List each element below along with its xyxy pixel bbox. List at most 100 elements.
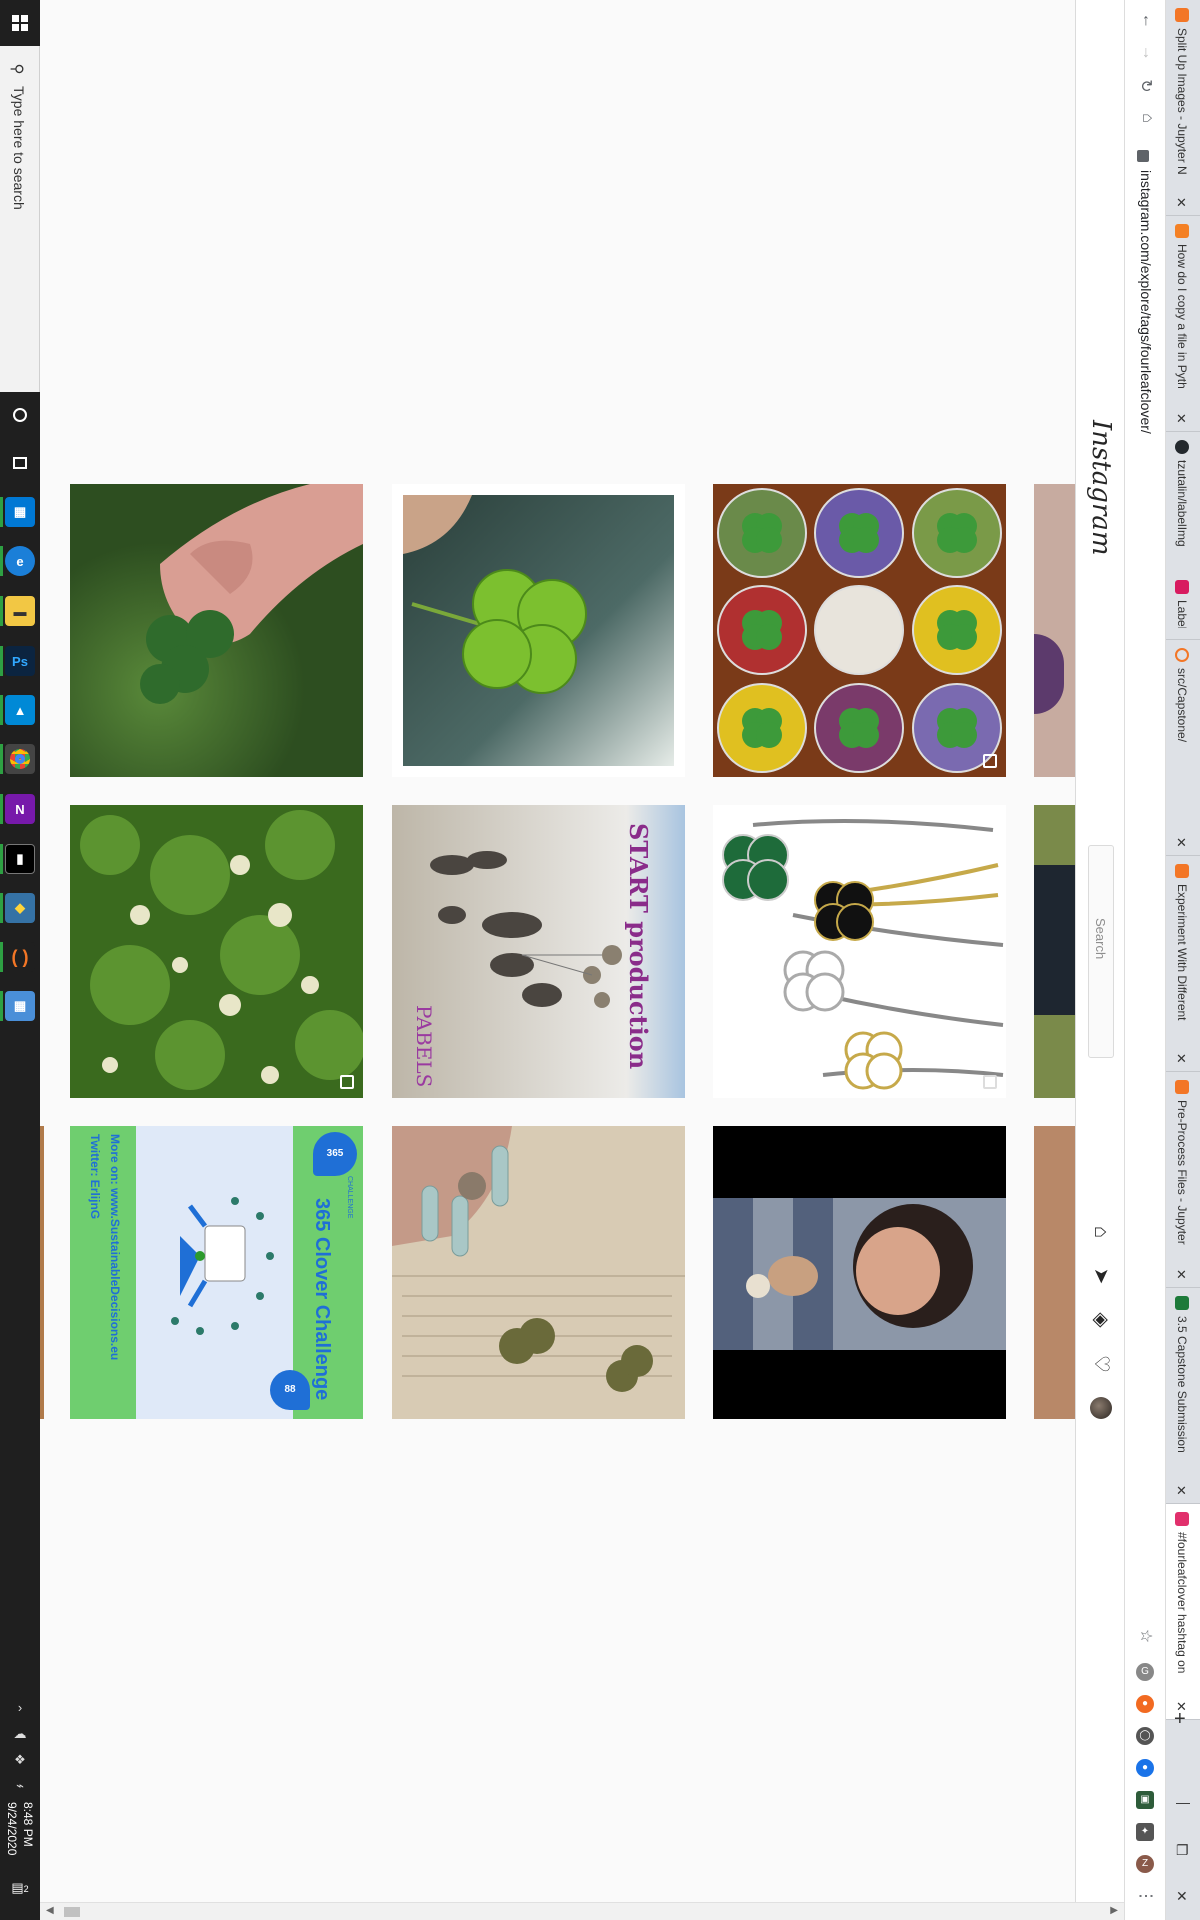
edge-icon[interactable]: e <box>5 546 35 576</box>
profile-avatar[interactable] <box>1090 1397 1112 1419</box>
calculator-icon[interactable]: ▦ <box>5 991 35 1021</box>
cortana-icon[interactable] <box>5 400 35 430</box>
lock-icon[interactable] <box>1137 150 1149 162</box>
restore-button[interactable]: ❐ <box>1176 1842 1189 1859</box>
tab-close-icon[interactable]: ✕ <box>1176 1483 1187 1499</box>
python-icon[interactable]: ◆ <box>5 893 35 923</box>
instagram-logo[interactable]: Instagram <box>1086 420 1116 570</box>
direct-icon[interactable]: ➤ <box>1089 1264 1113 1288</box>
tab-src-capstone[interactable]: src/Capstone/ ✕ <box>1166 640 1200 856</box>
running-indicator <box>0 695 3 725</box>
tab-close-icon[interactable]: ✕ <box>1176 411 1187 427</box>
challenge-day-badge: 88 <box>270 1370 310 1410</box>
running-indicator <box>0 844 3 874</box>
reload-icon[interactable]: ↻ <box>1136 76 1156 96</box>
post-woman-portrait[interactable] <box>713 1126 1006 1419</box>
jupyter-favicon-icon <box>1175 8 1189 22</box>
running-indicator <box>0 991 3 1021</box>
tab-labelimg[interactable]: tzutalin/labelImg Label <box>1166 432 1200 640</box>
post-partial-row1[interactable] <box>1034 484 1075 777</box>
search-icon: ⚲ <box>8 63 26 75</box>
tab-close-icon[interactable]: ✕ <box>1176 195 1187 211</box>
post-partial-row3[interactable] <box>1034 1126 1075 1419</box>
post-nails-book-clover[interactable] <box>392 1126 685 1419</box>
running-indicator <box>0 893 3 923</box>
notification-center-icon[interactable]: ▤2 <box>0 1880 40 1896</box>
tab-pre-process[interactable]: Pre-Process Files - Jupyter ✕ <box>1166 1072 1200 1288</box>
tab-label: How do I copy a file in Pyth <box>1175 244 1189 389</box>
clock-date: 9/24/2020 <box>5 1802 19 1856</box>
bookmark-star-icon[interactable]: ☆ <box>1136 1626 1156 1646</box>
tab-experiment[interactable]: Experiment With Different ✕ <box>1166 856 1200 1072</box>
tab-label: Split Up Images - Jupyter N <box>1175 28 1189 175</box>
dropbox-icon[interactable]: ❖ <box>0 1752 40 1768</box>
forward-icon[interactable]: ↓ <box>1136 44 1156 64</box>
scrollbar-thumb[interactable] <box>64 1907 80 1917</box>
extension-orange-icon[interactable]: ● <box>1136 1695 1154 1713</box>
tab-copy-file-python[interactable]: How do I copy a file in Pyth ✕ <box>1166 216 1200 432</box>
jupyter-favicon-icon <box>1175 864 1189 878</box>
tab-label: src/Capstone/ <box>1175 668 1189 743</box>
tab-split-up-images[interactable]: Split Up Images - Jupyter N ✕ <box>1166 0 1200 216</box>
task-view-icon[interactable] <box>5 448 35 478</box>
azure-icon[interactable]: ▲ <box>5 695 35 725</box>
onenote-icon[interactable]: N <box>5 794 35 824</box>
post-resin-clovers[interactable] <box>713 484 1006 777</box>
challenge-website: More on: www.SustainableDecisions.eu <box>108 1134 122 1361</box>
extension-green-icon[interactable]: ▣ <box>1136 1791 1154 1809</box>
post-clover-field[interactable] <box>70 805 363 1098</box>
minimize-button[interactable]: — <box>1176 1794 1190 1810</box>
jupyter-favicon-icon <box>1175 1080 1189 1094</box>
file-explorer-icon[interactable]: ▬ <box>5 596 35 626</box>
profile-icon[interactable]: Z <box>1136 1855 1154 1873</box>
post-partial-row2[interactable] <box>1034 805 1075 1098</box>
tab-close-icon[interactable]: ✕ <box>1176 1051 1187 1067</box>
activity-icon[interactable]: ♡ <box>1089 1352 1113 1376</box>
tab-capstone-submission[interactable]: 3.5 Capstone Submission ✕ <box>1166 1288 1200 1504</box>
challenge-badge-number: 365 <box>326 1148 344 1159</box>
store-icon[interactable]: ▦ <box>5 497 35 527</box>
taskbar-search-box[interactable]: ⚲ Type here to search <box>0 46 40 392</box>
scroll-left-icon[interactable]: ◀ <box>46 1905 54 1916</box>
extension-circle-icon[interactable]: ◯ <box>1136 1727 1154 1745</box>
terminal-icon[interactable]: ▮ <box>5 844 35 874</box>
home-icon[interactable]: ⌂ <box>1089 1220 1113 1244</box>
stackoverflow-favicon-icon <box>1175 224 1189 238</box>
explore-icon[interactable]: ◈ <box>1089 1308 1113 1332</box>
instagram-favicon-icon <box>1175 1512 1189 1526</box>
extensions-puzzle-icon[interactable]: ✦ <box>1136 1823 1154 1841</box>
post-hand-clover[interactable] <box>70 484 363 777</box>
menu-kebab-icon[interactable]: ⋮ <box>1136 1886 1156 1906</box>
chrome-icon[interactable] <box>5 744 35 774</box>
carousel-icon <box>983 1075 997 1089</box>
post-clover-necklaces[interactable] <box>713 805 1006 1098</box>
extension-g-icon[interactable]: G <box>1136 1663 1154 1681</box>
onedrive-icon[interactable]: ☁ <box>0 1726 40 1742</box>
running-indicator <box>0 794 3 824</box>
close-window-button[interactable]: ✕ <box>1176 1888 1188 1905</box>
tab-close-icon[interactable]: ✕ <box>1176 835 1187 851</box>
clock-time: 8:48 PM <box>21 1802 35 1847</box>
network-icon[interactable]: ⌁ <box>0 1778 40 1794</box>
running-indicator <box>0 596 3 626</box>
photoshop-icon[interactable]: Ps <box>5 646 35 676</box>
extension-blue-icon[interactable]: ● <box>1136 1759 1154 1777</box>
post-image <box>1034 634 1064 714</box>
instagram-search-input[interactable]: Search <box>1088 845 1114 1058</box>
tab-close-icon[interactable]: ✕ <box>1176 1267 1187 1283</box>
address-bar[interactable]: instagram.com/explore/tags/fourleafclove… <box>1138 170 1154 434</box>
new-tab-button[interactable]: + <box>1174 1708 1186 1731</box>
horizontal-scrollbar[interactable]: ◀ ▶ <box>40 1902 1124 1920</box>
post-bright-clover[interactable] <box>392 484 685 777</box>
post-pebble-art[interactable]: START production PABELS <box>392 805 685 1098</box>
scroll-right-icon[interactable]: ▶ <box>1110 1905 1118 1916</box>
windows-start-button[interactable] <box>0 0 40 46</box>
github-favicon-icon <box>1175 440 1189 454</box>
home-icon[interactable]: ⌂ <box>1136 108 1156 128</box>
jupyter-icon[interactable]: ( ) <box>5 942 35 972</box>
tab-fourleafclover[interactable]: #fourleafclover hashtag on ✕ <box>1166 1504 1200 1720</box>
challenge-title: 365 Clover Challenge <box>311 1198 333 1401</box>
back-icon[interactable]: ↑ <box>1136 12 1156 32</box>
post-365-challenge[interactable]: More on: www.SustainableDecisions.eu Twi… <box>70 1126 363 1419</box>
show-hidden-icons-icon[interactable]: › <box>0 1700 40 1715</box>
